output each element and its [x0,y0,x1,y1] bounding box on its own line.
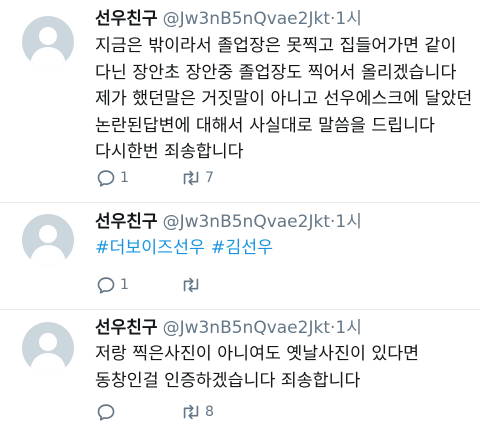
display-name[interactable]: 선우친구 [95,212,158,232]
tweet-timeline: 선우친구 @Jw3nB5nQvae2Jkt·1시 지금은 밖이라서 졸업장은 못찍… [0,0,480,433]
default-avatar-icon[interactable] [22,214,74,266]
default-avatar-icon[interactable] [22,16,74,68]
tweet-text: #더보이즈선우 #김선우 [95,235,473,262]
reply-count: 1 [120,277,129,293]
retweet-count: 7 [205,170,214,186]
retweet-button[interactable]: 7 [180,167,215,189]
display-name[interactable]: 선우친구 [95,318,158,338]
user-handle[interactable]: @Jw3nB5nQvae2Jkt [163,212,330,232]
timestamp[interactable]: 1시 [335,318,361,338]
retweet-icon [183,277,199,293]
reply-icon [97,404,115,421]
reply-button[interactable]: 1 [95,167,130,189]
user-handle[interactable]: @Jw3nB5nQvae2Jkt [163,9,330,29]
user-handle[interactable]: @Jw3nB5nQvae2Jkt [163,318,330,338]
hashtag-link[interactable]: #더보이즈선우 [95,238,205,258]
default-avatar-icon[interactable] [22,322,74,374]
reply-button[interactable] [95,401,130,423]
reply-icon [97,170,115,187]
tweet-text: 지금은 밖이라서 졸업장은 못찍고 집들어가면 같이 다닌 장안초 장안중 졸업… [95,36,473,163]
tweet-header: 선우친구 @Jw3nB5nQvae2Jkt·1시 [95,316,362,340]
tweet[interactable]: 선우친구 @Jw3nB5nQvae2Jkt·1시 저랑 찍은사진이 아니여도 옛날… [0,310,480,433]
retweet-count: 8 [205,404,214,420]
retweet-button[interactable]: 8 [180,401,215,423]
tweet-header: 선우친구 @Jw3nB5nQvae2Jkt·1시 [95,7,362,31]
timestamp[interactable]: 1시 [335,9,361,29]
hashtag-link[interactable]: #김선우 [211,238,273,258]
tweet-actions: 8 [95,400,265,424]
reply-count: 1 [120,170,129,186]
tweet[interactable]: 선우친구 @Jw3nB5nQvae2Jkt·1시 지금은 밖이라서 졸업장은 못찍… [0,0,480,203]
retweet-icon [183,170,199,186]
tweet-actions: 1 [95,273,265,297]
reply-icon [97,277,115,294]
timestamp[interactable]: 1시 [335,212,361,232]
tweet[interactable]: 선우친구 @Jw3nB5nQvae2Jkt·1시 #더보이즈선우 #김선우 1 [0,203,480,310]
display-name[interactable]: 선우친구 [95,9,158,29]
retweet-button[interactable] [180,274,215,296]
retweet-icon [183,404,199,420]
tweet-header: 선우친구 @Jw3nB5nQvae2Jkt·1시 [95,210,362,234]
tweet-text: 저랑 찍은사진이 아니여도 옛날사진이 있다면 동창인걸 인증하겠습니다 죄송합… [95,344,420,391]
tweet-actions: 1 7 [95,166,265,190]
reply-button[interactable]: 1 [95,274,130,296]
